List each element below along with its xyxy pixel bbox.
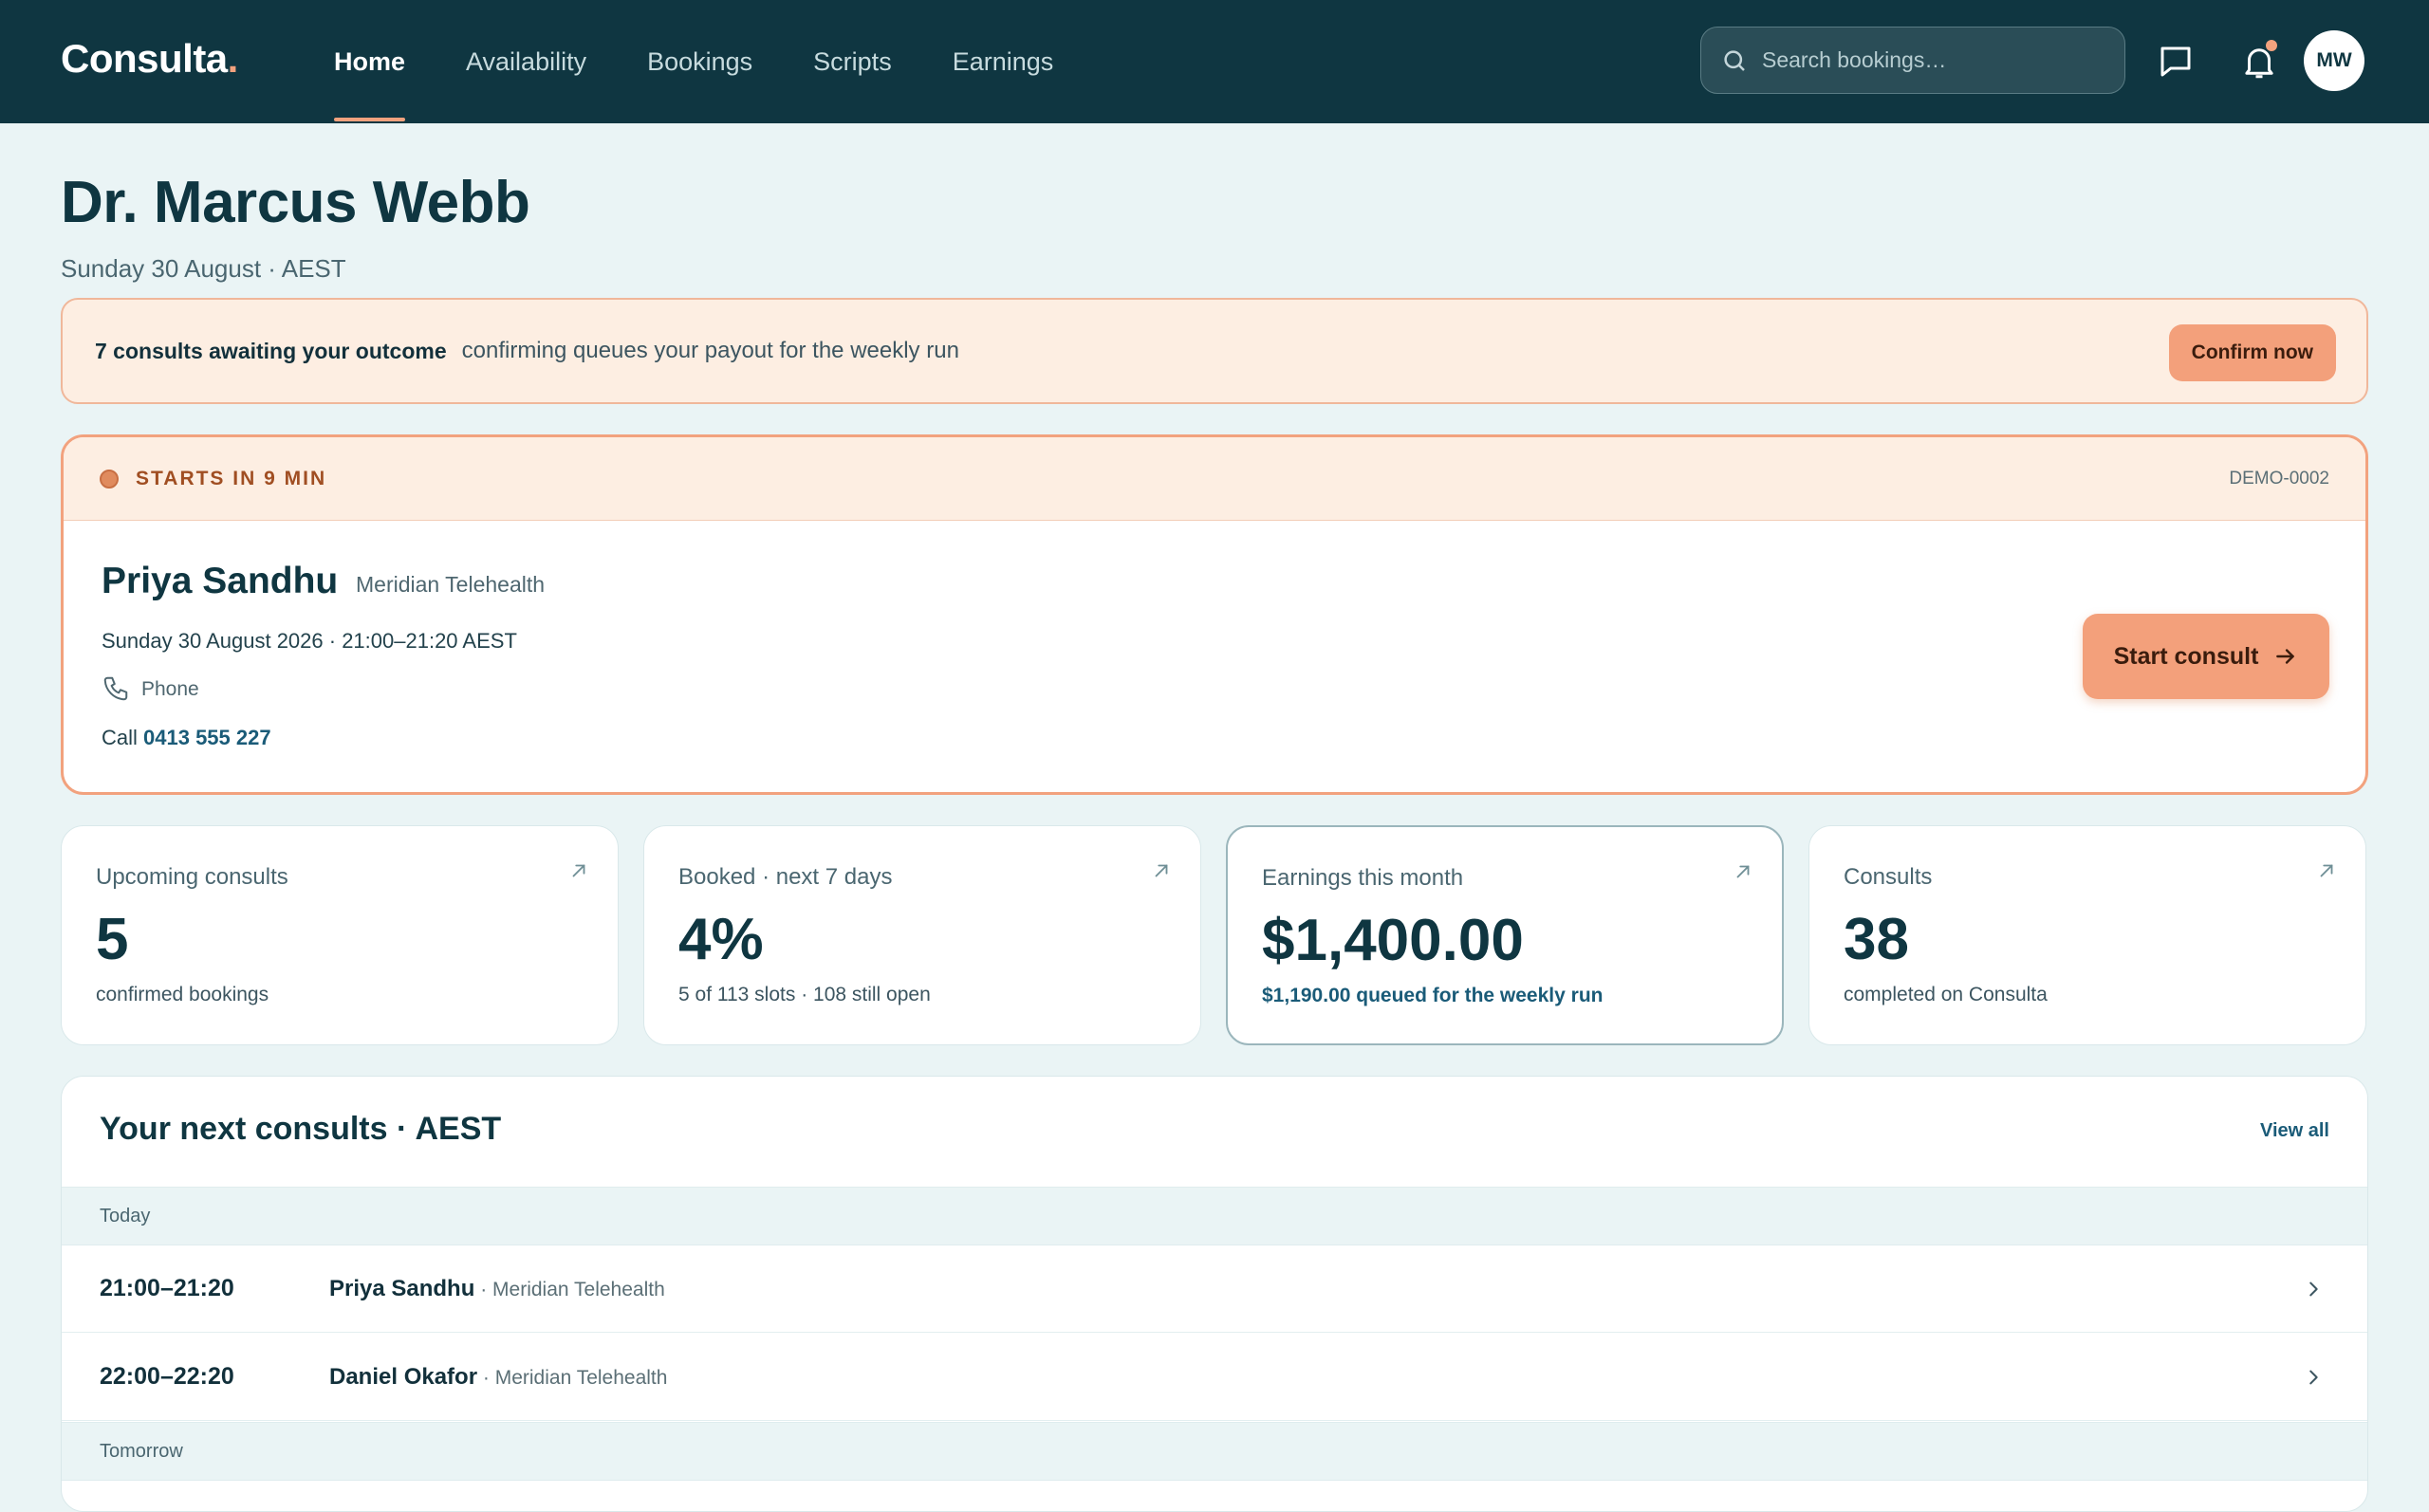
stat-value: $1,400.00 <box>1262 908 1524 973</box>
search-box[interactable] <box>1700 27 2125 94</box>
row-patient: Daniel Okafor · Meridian Telehealth <box>329 1363 668 1390</box>
stat-upcoming-consults[interactable]: Upcoming consults 5 confirmed bookings <box>61 825 619 1045</box>
consult-datetime: Sunday 30 August 2026 · 21:00–21:20 AEST <box>102 629 517 653</box>
notification-dot <box>2266 40 2277 51</box>
arrow-up-right-icon <box>1736 865 1750 878</box>
search-icon <box>1724 49 1745 71</box>
row-patient: Priya Sandhu · Meridian Telehealth <box>329 1275 665 1301</box>
main-nav: Home Availability Bookings Scripts Earni… <box>334 0 1114 123</box>
group-header-today: Today <box>62 1187 2367 1245</box>
row-time: 21:00–21:20 <box>100 1275 234 1301</box>
stat-earnings-this-month[interactable]: Earnings this month $1,400.00 $1,190.00 … <box>1226 825 1784 1045</box>
banner-heading: 7 consults awaiting your outcome <box>95 338 447 363</box>
call-instruction: Call 0413 555 227 <box>102 726 271 749</box>
top-navigation-bar: Consulta. Home Availability Bookings Scr… <box>0 0 2429 123</box>
start-consult-button[interactable]: Start consult <box>2083 614 2329 699</box>
stat-subtext: confirmed bookings <box>96 984 269 1005</box>
list-title: Your next consults · AEST <box>100 1111 502 1147</box>
chevron-right-icon <box>2309 1370 2318 1384</box>
consult-countdown: STARTS IN 9 MIN <box>136 467 327 489</box>
stat-subtext: $1,190.00 queued for the weekly run <box>1262 985 1604 1006</box>
next-consult-card: STARTS IN 9 MIN DEMO-0002 Priya Sandhu M… <box>61 434 2368 795</box>
view-all-link[interactable]: View all <box>2260 1120 2329 1142</box>
nav-availability[interactable]: Availability <box>466 0 586 123</box>
stat-label: Upcoming consults <box>96 864 288 890</box>
stat-value: 4% <box>678 907 764 972</box>
search-input[interactable] <box>1762 47 2104 73</box>
stat-subtext: 5 of 113 slots · 108 still open <box>678 984 931 1005</box>
stat-label: Earnings this month <box>1262 865 1464 891</box>
page-title: Dr. Marcus Webb <box>61 170 530 235</box>
brand-logo[interactable]: Consulta. <box>61 36 238 82</box>
arrow-right-icon <box>2276 649 2295 664</box>
patient-phone-link[interactable]: 0413 555 227 <box>143 726 271 749</box>
stat-booked-next-7-days[interactable]: Booked · next 7 days 4% 5 of 113 slots ·… <box>643 825 1201 1045</box>
messages-icon[interactable] <box>2156 42 2196 82</box>
nav-earnings[interactable]: Earnings <box>953 0 1054 123</box>
group-header-tomorrow: Tomorrow <box>62 1422 2367 1481</box>
consult-row[interactable]: 21:00–21:20 Priya Sandhu · Meridian Tele… <box>62 1245 2367 1333</box>
arrow-up-right-icon <box>2320 864 2333 877</box>
consult-mode: Phone <box>141 678 199 700</box>
user-avatar[interactable]: MW <box>2304 30 2364 91</box>
arrow-up-right-icon <box>1155 864 1168 877</box>
stat-value: 5 <box>96 907 129 972</box>
arrow-up-right-icon <box>572 864 585 877</box>
nav-scripts[interactable]: Scripts <box>813 0 892 123</box>
start-consult-label: Start consult <box>2113 642 2259 670</box>
confirm-now-button[interactable]: Confirm now <box>2168 324 2336 381</box>
stat-subtext: completed on Consulta <box>1844 984 2048 1005</box>
booking-id: DEMO-0002 <box>2229 468 2329 489</box>
patient-name: Priya Sandhu <box>102 561 339 601</box>
stat-value: 38 <box>1844 907 1909 972</box>
next-consults-list: Your next consults · AEST View all Today… <box>61 1076 2368 1512</box>
phone-icon <box>103 676 128 701</box>
page-subtitle: Sunday 30 August · AEST <box>61 254 346 283</box>
stat-label: Booked · next 7 days <box>678 864 893 890</box>
consult-card-header: STARTS IN 9 MIN DEMO-0002 <box>64 437 2365 521</box>
row-time: 22:00–22:20 <box>100 1363 234 1390</box>
nav-bookings[interactable]: Bookings <box>647 0 752 123</box>
chevron-right-icon <box>2309 1282 2318 1296</box>
stat-consults-completed[interactable]: Consults 38 completed on Consulta <box>1808 825 2366 1045</box>
banner-message: confirming queues your payout for the we… <box>461 338 959 363</box>
consult-row[interactable]: 22:00–22:20 Daniel Okafor · Meridian Tel… <box>62 1334 2367 1421</box>
pending-outcomes-banner: 7 consults awaiting your outcome confirm… <box>61 298 2368 404</box>
stat-label: Consults <box>1844 864 1933 890</box>
patient-organisation: Meridian Telehealth <box>356 572 546 597</box>
live-status-dot <box>100 469 119 489</box>
nav-home[interactable]: Home <box>334 0 406 123</box>
